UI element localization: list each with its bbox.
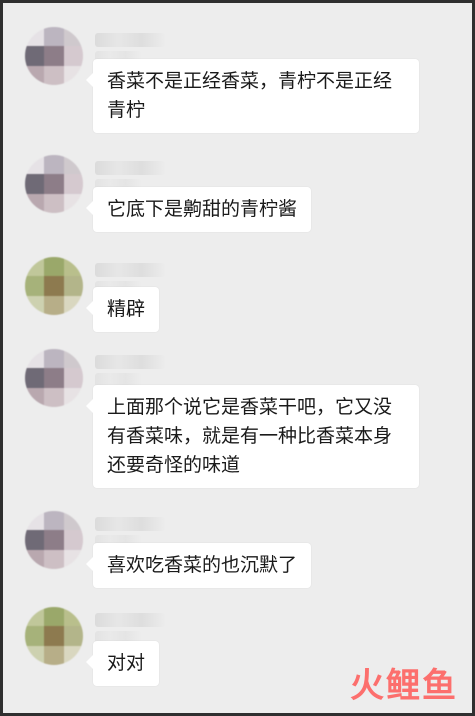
avatar-pixel	[25, 530, 45, 550]
avatar-pixel	[25, 349, 45, 369]
message-bubble[interactable]: 上面那个说它是香菜干吧，它又没有香菜味，就是有一种比香菜本身还要奇怪的味道	[86, 385, 419, 488]
avatar-pixel	[25, 645, 45, 665]
avatar-pixel	[63, 349, 83, 369]
sender-name-blurred	[95, 263, 165, 277]
avatar-pixel	[25, 155, 45, 175]
avatar-pixel	[44, 155, 64, 175]
avatar-pixel	[25, 27, 45, 47]
avatar-pixel	[25, 511, 45, 531]
sender-name-blurred	[95, 613, 165, 627]
watermark-logo: 火鲤鱼	[350, 666, 458, 706]
avatar-pixel	[44, 295, 64, 315]
avatar-pixel	[25, 193, 45, 213]
chat-window: 香菜不是正经香菜，青柠不是正经青柠 它底下是齁甜的青柠酱 精辟 上面那个说它是香…	[0, 0, 475, 716]
avatar-pixel	[44, 626, 64, 646]
message-bubble[interactable]: 精辟	[85, 287, 160, 332]
sender-name-blurred	[95, 355, 165, 369]
avatar-pixel	[63, 295, 83, 315]
avatar-pixel	[63, 155, 83, 175]
avatar-pixel	[63, 645, 83, 665]
avatar[interactable]	[25, 607, 83, 665]
avatar-pixel	[25, 46, 45, 66]
sender-name-blurred	[95, 161, 165, 175]
avatar-pixel	[63, 257, 83, 277]
avatar-pixel	[63, 46, 83, 66]
avatar-pixel	[25, 549, 45, 569]
avatar-pixel	[63, 193, 83, 213]
avatar-pixel	[44, 174, 64, 194]
avatar-pixel	[63, 27, 83, 47]
avatar-pixel	[63, 174, 83, 194]
avatar-pixel	[63, 511, 83, 531]
avatar[interactable]	[25, 349, 83, 407]
avatar-pixel	[63, 387, 83, 407]
avatar-pixel	[25, 387, 45, 407]
message-bubble[interactable]: 香菜不是正经香菜，青柠不是正经青柠	[86, 59, 419, 133]
sender-name-blurred	[95, 33, 165, 47]
avatar-pixel	[44, 257, 64, 277]
avatar-pixel	[44, 511, 64, 531]
message-bubble[interactable]: 对对	[85, 641, 160, 686]
avatar-pixel	[44, 607, 64, 627]
avatar-pixel	[44, 65, 64, 85]
avatar-pixel	[63, 530, 83, 550]
avatar-pixel	[44, 645, 64, 665]
avatar-pixel	[63, 65, 83, 85]
avatar[interactable]	[25, 155, 83, 213]
avatar[interactable]	[25, 27, 83, 85]
avatar-pixel	[63, 276, 83, 296]
avatar-pixel	[44, 193, 64, 213]
avatar-pixel	[44, 276, 64, 296]
avatar-pixel	[44, 549, 64, 569]
avatar-pixel	[63, 626, 83, 646]
avatar-pixel	[25, 626, 45, 646]
message-bubble[interactable]: 它底下是齁甜的青柠酱	[85, 187, 312, 232]
avatar-pixel	[63, 549, 83, 569]
avatar[interactable]	[25, 257, 83, 315]
avatar-pixel	[25, 276, 45, 296]
avatar-pixel	[44, 349, 64, 369]
avatar-pixel	[63, 368, 83, 388]
avatar-pixel	[25, 368, 45, 388]
avatar-pixel	[44, 27, 64, 47]
avatar-pixel	[25, 257, 45, 277]
avatar-pixel	[25, 607, 45, 627]
avatar-pixel	[44, 46, 64, 66]
avatar-pixel	[25, 174, 45, 194]
avatar-pixel	[63, 607, 83, 627]
avatar-pixel	[44, 368, 64, 388]
avatar-pixel	[25, 295, 45, 315]
sender-name-blurred	[95, 517, 165, 531]
avatar-pixel	[44, 387, 64, 407]
avatar[interactable]	[25, 511, 83, 569]
avatar-pixel	[44, 530, 64, 550]
message-bubble[interactable]: 喜欢吃香菜的也沉默了	[85, 543, 312, 588]
avatar-pixel	[25, 65, 45, 85]
